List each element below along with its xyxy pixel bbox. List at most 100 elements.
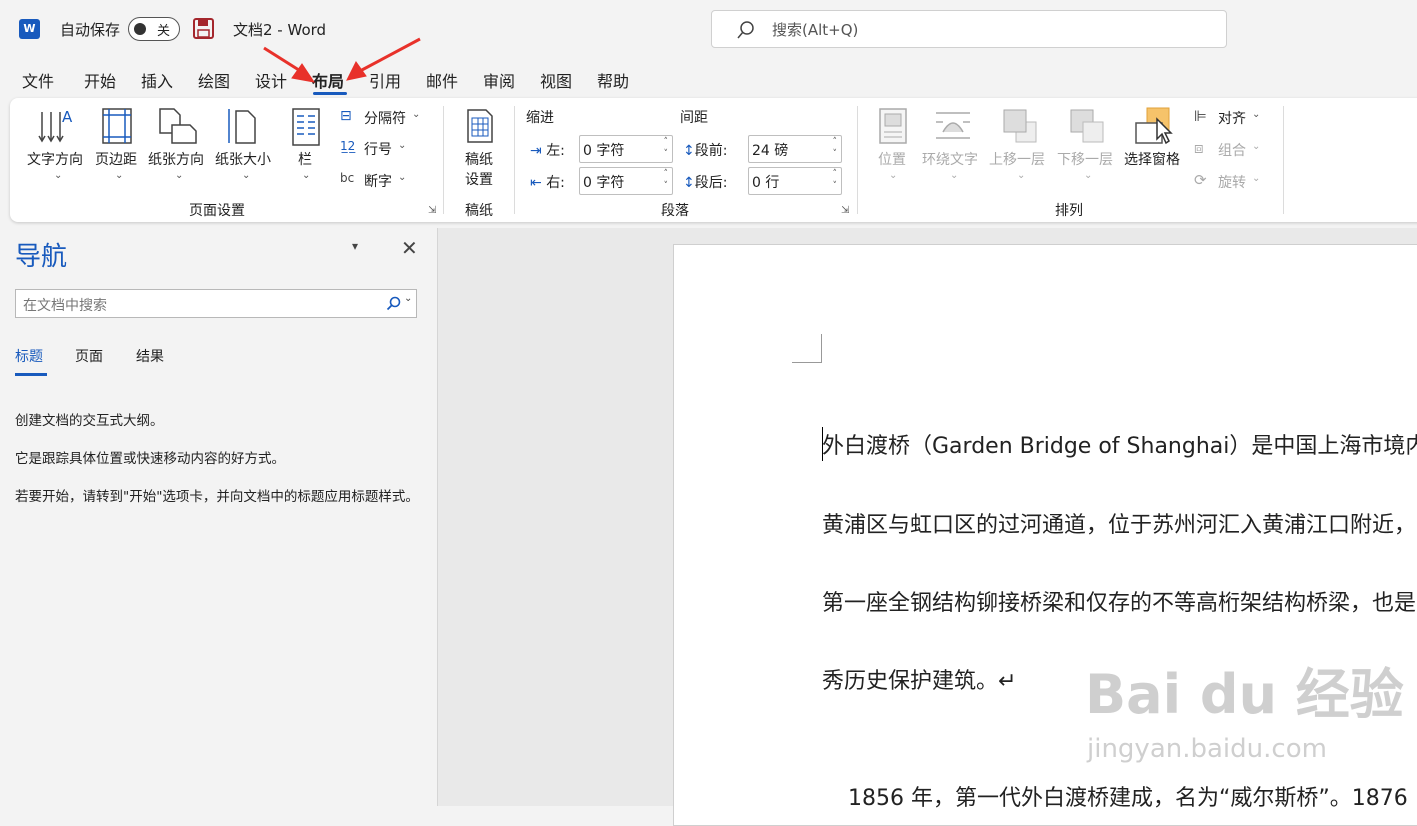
toggle-knob <box>134 23 146 35</box>
manuscript-group-label: 稿纸 <box>465 203 493 219</box>
nav-search-input[interactable]: 在文档中搜索 ⌄ <box>15 289 417 318</box>
text-direction-icon: A <box>38 108 73 143</box>
spinner-arrows-icon[interactable]: ˄ ˅ <box>833 168 838 192</box>
margins-button[interactable]: 页边距 <box>95 149 137 169</box>
tab-references[interactable]: 引用 <box>369 68 401 92</box>
chevron-down-icon: ⌄ <box>889 170 898 181</box>
indent-left-input[interactable]: 0 字符 ˄ ˅ <box>579 135 673 163</box>
autosave-toggle[interactable]: 关 <box>128 17 180 41</box>
chevron-down-icon: ⌄ <box>1252 109 1261 120</box>
toggle-state-label: 关 <box>157 24 171 39</box>
chevron-down-icon: ⌄ <box>1017 170 1026 181</box>
spinner-arrows-icon[interactable]: ˄ ˅ <box>833 136 838 160</box>
tab-insert[interactable]: 插入 <box>141 68 173 92</box>
orientation-icon <box>159 108 197 144</box>
spacing-before-value: 24 磅 <box>752 143 789 159</box>
search-icon[interactable] <box>386 296 401 311</box>
tab-mailings[interactable]: 邮件 <box>426 68 458 92</box>
svg-text:A: A <box>62 108 73 126</box>
hyphenation-label: 断字 <box>364 174 392 190</box>
send-backward-button[interactable]: 下移一层 <box>1057 149 1113 169</box>
tab-view[interactable]: 视图 <box>540 68 572 92</box>
chevron-down-icon: ⌄ <box>115 170 124 181</box>
selection-pane-button[interactable]: 选择窗格 <box>1124 149 1180 169</box>
chevron-down-icon: ⌄ <box>242 170 251 181</box>
document-line[interactable]: 外白渡桥（Garden Bridge of Shanghai）是中国上海市境内 <box>822 428 1417 460</box>
tab-review[interactable]: 审阅 <box>483 68 515 92</box>
breaks-icon: ⊟ <box>340 108 352 124</box>
spacing-after-value: 0 行 <box>752 175 780 191</box>
breaks-button[interactable]: ⊟ 分隔符 ⌄ <box>340 108 430 128</box>
tab-design[interactable]: 设计 <box>255 68 287 92</box>
hyphenation-icon: bc <box>340 171 355 185</box>
wrap-text-button[interactable]: 环绕文字 <box>922 149 978 169</box>
indent-right-label: ⇤ 右: <box>530 175 565 191</box>
page-margin-marker <box>792 334 822 363</box>
document-title: 文档2 - Word <box>233 21 327 39</box>
document-line[interactable]: 秀历史保护建筑。↵ <box>822 663 1016 695</box>
manuscript-icon <box>467 109 493 143</box>
chevron-down-icon[interactable]: ⌄ <box>404 293 412 304</box>
document-line[interactable]: 黄浦区与虹口区的过河通道，位于苏州河汇入黄浦江口附近， <box>822 507 1416 539</box>
nav-tab-results[interactable]: 结果 <box>136 346 164 366</box>
position-button[interactable]: 位置 <box>878 149 906 169</box>
chevron-down-icon: ⌄ <box>1084 170 1093 181</box>
wrap-text-icon <box>936 112 970 139</box>
arrange-group-label: 排列 <box>1055 203 1083 219</box>
group-button[interactable]: ⧈ 组合 ⌄ <box>1194 139 1274 160</box>
spacing-after-icon: ↕ <box>683 175 695 191</box>
tab-layout[interactable]: 布局 <box>312 68 344 92</box>
chevron-down-icon: ⌄ <box>398 172 407 183</box>
search-placeholder: 搜索(Alt+Q) <box>772 21 859 39</box>
save-icon[interactable] <box>193 18 214 39</box>
spacing-after-input[interactable]: 0 行 ˄ ˅ <box>748 167 842 195</box>
manuscript-label-line2: 设置 <box>465 172 493 188</box>
nav-help-text-2: 它是跟踪具体位置或快速移动内容的好方式。 <box>15 451 285 467</box>
paragraph-launcher-icon[interactable]: ⇲ <box>841 205 849 216</box>
tab-help[interactable]: 帮助 <box>597 68 629 92</box>
nav-tab-headings[interactable]: 标题 <box>15 346 43 366</box>
line-numbers-button[interactable]: 1̲2̲ 行号 ⌄ <box>340 139 430 159</box>
align-button[interactable]: ⊫ 对齐 ⌄ <box>1194 107 1274 128</box>
group-icon: ⧈ <box>1194 139 1204 157</box>
nav-tab-pages[interactable]: 页面 <box>75 346 103 366</box>
indent-right-input[interactable]: 0 字符 ˄ ˅ <box>579 167 673 195</box>
tab-draw[interactable]: 绘图 <box>198 68 230 92</box>
close-icon[interactable]: ✕ <box>401 236 418 260</box>
document-line[interactable]: 第一座全钢结构铆接桥梁和仅存的不等高桁架结构桥梁，也是 <box>822 585 1416 617</box>
chevron-down-icon: ⌄ <box>1252 173 1261 184</box>
orientation-button[interactable]: 纸张方向 <box>148 149 204 169</box>
hyphenation-button[interactable]: bc 断字 ⌄ <box>340 171 430 191</box>
rotate-button[interactable]: ⟳ 旋转 ⌄ <box>1194 171 1274 192</box>
search-box[interactable]: 搜索(Alt+Q) <box>711 10 1227 48</box>
indent-right-icon: ⇤ <box>530 175 542 191</box>
search-icon <box>737 21 754 39</box>
indent-left-value: 0 字符 <box>583 143 625 159</box>
baidu-watermark-logo: Bai du 经验 <box>1085 663 1404 726</box>
nav-help-text-3: 若要开始，请转到"开始"选项卡，并向文档中的标题应用标题样式。 <box>15 489 419 505</box>
bring-forward-button[interactable]: 上移一层 <box>989 149 1045 169</box>
rotate-label: 旋转 <box>1218 175 1246 191</box>
indent-title: 缩进 <box>526 110 554 126</box>
baidu-watermark-url: jingyan.baidu.com <box>1087 734 1327 764</box>
text-direction-button[interactable]: 文字方向 <box>27 149 83 169</box>
size-button[interactable]: 纸张大小 <box>215 149 271 169</box>
group-divider <box>514 106 515 214</box>
group-divider <box>1283 106 1284 214</box>
chevron-down-icon: ⌄ <box>950 170 959 181</box>
document-line[interactable]: 1856 年，第一代外白渡桥建成，名为“威尔斯桥”。1876 <box>848 780 1408 812</box>
manuscript-settings-button[interactable]: 稿纸 设置 <box>465 149 493 189</box>
spacing-before-input[interactable]: 24 磅 ˄ ˅ <box>748 135 842 163</box>
nav-options-chevron-icon[interactable]: ▾ <box>352 239 358 253</box>
page-setup-launcher-icon[interactable]: ⇲ <box>428 205 436 216</box>
spinner-arrows-icon[interactable]: ˄ ˅ <box>664 168 669 192</box>
chevron-down-icon: ⌄ <box>1252 141 1261 152</box>
columns-icon <box>292 108 320 146</box>
spinner-arrows-icon[interactable]: ˄ ˅ <box>664 136 669 160</box>
tab-file[interactable]: 文件 <box>22 68 54 92</box>
spacing-before-icon: ↕ <box>683 143 695 159</box>
columns-button[interactable]: 栏 <box>298 149 312 169</box>
spacing-title: 间距 <box>680 110 708 126</box>
tab-home[interactable]: 开始 <box>84 68 116 92</box>
line-numbers-label: 行号 <box>364 142 392 158</box>
